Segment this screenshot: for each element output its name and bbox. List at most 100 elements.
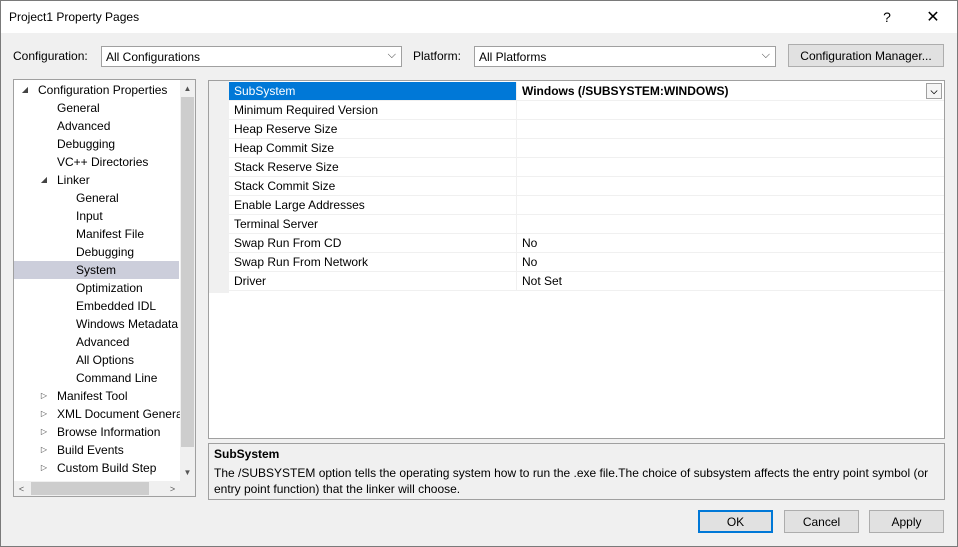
tree-item[interactable]: ◢ Configuration Properties: [14, 81, 179, 99]
tree-vertical-scrollbar[interactable]: ▲ ▼: [180, 80, 195, 481]
property-name[interactable]: Stack Commit Size: [229, 177, 517, 195]
dialog-title: Project1 Property Pages: [9, 10, 140, 24]
tree-item[interactable]: Advanced: [14, 333, 179, 351]
property-row[interactable]: Stack Commit Size: [229, 177, 944, 196]
apply-button[interactable]: Apply: [869, 510, 944, 533]
property-name[interactable]: Heap Reserve Size: [229, 120, 517, 138]
configuration-label: Configuration:: [13, 49, 88, 63]
description-text: The /SUBSYSTEM option tells the operatin…: [214, 466, 929, 496]
platform-label: Platform:: [413, 49, 462, 63]
cancel-button[interactable]: Cancel: [784, 510, 859, 533]
tree-item-label: Browse Information: [57, 425, 161, 439]
tree-item[interactable]: Command Line: [14, 369, 179, 387]
property-name[interactable]: Driver: [229, 272, 517, 290]
collapsed-arrow-icon[interactable]: ▷: [39, 459, 49, 477]
tree-item[interactable]: Manifest File: [14, 225, 179, 243]
property-value[interactable]: [518, 177, 944, 195]
property-name[interactable]: Enable Large Addresses: [229, 196, 517, 214]
property-name[interactable]: SubSystem: [229, 82, 517, 100]
tree-item-label: System: [76, 263, 117, 277]
property-row[interactable]: Swap Run From CD No: [229, 234, 944, 253]
property-value[interactable]: Windows (/SUBSYSTEM:WINDOWS) ⌵: [518, 82, 944, 100]
configuration-manager-button[interactable]: Configuration Manager...: [788, 44, 944, 67]
property-value-text: No: [522, 236, 538, 250]
tree-horizontal-scrollbar[interactable]: < >: [14, 481, 180, 496]
tree-item[interactable]: Input: [14, 207, 179, 225]
tree-item-label: General: [57, 101, 100, 115]
tree-item[interactable]: Windows Metadata: [14, 315, 179, 333]
expanded-arrow-icon[interactable]: ◢: [39, 171, 49, 189]
tree-item[interactable]: VC++ Directories: [14, 153, 179, 171]
scroll-left-icon[interactable]: <: [14, 481, 29, 496]
tree-item[interactable]: Debugging: [14, 135, 179, 153]
chevron-down-icon[interactable]: ⌵: [926, 83, 942, 99]
scroll-thumb[interactable]: [31, 482, 149, 495]
scroll-up-icon[interactable]: ▲: [180, 80, 195, 96]
scroll-thumb[interactable]: [181, 97, 194, 447]
property-value-text: No: [522, 255, 538, 269]
configuration-dropdown[interactable]: All Configurations ⌵: [101, 46, 402, 67]
tree-item-label: Linker: [57, 173, 90, 187]
property-grid: SubSystem Windows (/SUBSYSTEM:WINDOWS) ⌵ Mi…: [208, 80, 945, 439]
tree-item[interactable]: System: [14, 261, 179, 279]
tree-item-label: Windows Metadata: [76, 317, 179, 331]
tree-item[interactable]: ▷ Custom Build Step: [14, 459, 179, 477]
property-row[interactable]: Enable Large Addresses: [229, 196, 944, 215]
collapsed-arrow-icon[interactable]: ▷: [39, 441, 49, 459]
property-value[interactable]: [518, 101, 944, 119]
help-button[interactable]: ?: [865, 1, 909, 33]
tree-item[interactable]: Optimization: [14, 279, 179, 297]
property-row[interactable]: Minimum Required Version: [229, 101, 944, 120]
collapsed-arrow-icon[interactable]: ▷: [39, 405, 49, 423]
collapsed-arrow-icon[interactable]: ▷: [39, 423, 49, 441]
property-value[interactable]: [518, 139, 944, 157]
tree-item-label: VC++ Directories: [57, 155, 149, 169]
tree-item[interactable]: All Options: [14, 351, 179, 369]
tree-item[interactable]: General: [14, 99, 179, 117]
property-row[interactable]: Stack Reserve Size: [229, 158, 944, 177]
property-row[interactable]: Heap Reserve Size: [229, 120, 944, 139]
chevron-down-icon: ⌵: [761, 49, 770, 61]
ok-button[interactable]: OK: [698, 510, 773, 533]
platform-dropdown[interactable]: All Platforms ⌵: [474, 46, 776, 67]
property-row[interactable]: Swap Run From Network No: [229, 253, 944, 272]
tree-item[interactable]: ▷ XML Document Generator: [14, 405, 195, 423]
scroll-right-icon[interactable]: >: [165, 481, 180, 496]
property-value[interactable]: Not Set: [518, 272, 944, 290]
title-bar: Project1 Property Pages ? ✕: [1, 1, 957, 33]
tree-item-label: Advanced: [76, 335, 130, 349]
tree-item[interactable]: ▷ Manifest Tool: [14, 387, 179, 405]
property-value[interactable]: [518, 158, 944, 176]
tree-item[interactable]: Debugging: [14, 243, 179, 261]
property-value[interactable]: No: [518, 234, 944, 252]
scroll-down-icon[interactable]: ▼: [180, 464, 195, 480]
property-name[interactable]: Swap Run From Network: [229, 253, 517, 271]
property-row[interactable]: Driver Not Set: [229, 272, 944, 291]
tree-item[interactable]: Advanced: [14, 117, 179, 135]
property-name[interactable]: Terminal Server: [229, 215, 517, 233]
property-pages-dialog: Project1 Property Pages ? ✕ Configuratio…: [0, 0, 958, 547]
tree-item-label: XML Document Generator: [57, 407, 196, 421]
property-row[interactable]: SubSystem Windows (/SUBSYSTEM:WINDOWS) ⌵: [229, 82, 944, 101]
property-row[interactable]: Terminal Server: [229, 215, 944, 234]
property-name[interactable]: Swap Run From CD: [229, 234, 517, 252]
property-value[interactable]: [518, 120, 944, 138]
tree-item[interactable]: ▷ Build Events: [14, 441, 179, 459]
property-value[interactable]: [518, 196, 944, 214]
tree-item-label: Optimization: [76, 281, 143, 295]
expanded-arrow-icon[interactable]: ◢: [20, 81, 30, 99]
tree-item[interactable]: General: [14, 189, 179, 207]
property-name[interactable]: Heap Commit Size: [229, 139, 517, 157]
property-value[interactable]: [518, 215, 944, 233]
property-row[interactable]: Heap Commit Size: [229, 139, 944, 158]
property-value[interactable]: No: [518, 253, 944, 271]
tree-item[interactable]: Embedded IDL: [14, 297, 179, 315]
close-button[interactable]: ✕: [911, 1, 955, 33]
tree-item[interactable]: ▷ Browse Information: [14, 423, 179, 441]
tree-item-label: Custom Build Step: [57, 461, 157, 475]
collapsed-arrow-icon[interactable]: ▷: [39, 387, 49, 405]
tree-item-label: Debugging: [57, 137, 116, 151]
property-name[interactable]: Stack Reserve Size: [229, 158, 517, 176]
tree-item[interactable]: ◢ Linker: [14, 171, 179, 189]
property-name[interactable]: Minimum Required Version: [229, 101, 517, 119]
